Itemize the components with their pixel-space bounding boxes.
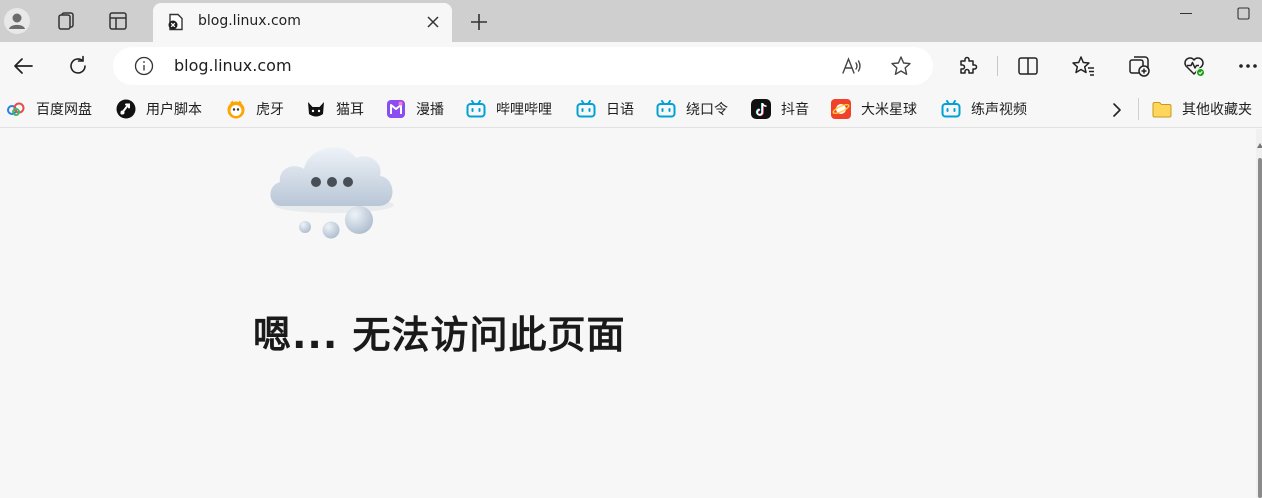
cloud-thinking-icon: [270, 147, 394, 239]
bookmarks-bar: 百度网盘 用户脚本 虎牙 猫耳 漫播 哔哩哔哩 日语 绕口令 抖音 大米星球 练…: [0, 90, 1262, 128]
bookmark-label: 漫播: [416, 102, 444, 118]
favorites-icon: [1072, 56, 1094, 76]
bookmark-label: 虎牙: [256, 102, 284, 118]
active-tab[interactable]: blog.linux.com: [153, 3, 452, 42]
tab-strip: blog.linux.com: [0, 0, 1262, 42]
folder-icon: [1152, 99, 1172, 119]
profile-avatar-icon: [4, 8, 30, 34]
bookmark-douyin[interactable]: 抖音: [751, 99, 809, 119]
scrollbar-thumb[interactable]: [1258, 158, 1262, 498]
browser-essentials-button[interactable]: [1179, 51, 1209, 81]
bookmark-userscript[interactable]: 用户脚本: [116, 99, 202, 119]
more-bookmarks-button[interactable]: [1106, 99, 1128, 121]
minimize-button[interactable]: [1174, 2, 1198, 24]
read-aloud-icon: [842, 57, 861, 74]
extensions-button[interactable]: [953, 51, 983, 81]
scroll-up-arrow-icon[interactable]: [1257, 143, 1262, 148]
minimize-icon: [1180, 13, 1192, 14]
bookmark-other-favorites[interactable]: 其他收藏夹: [1152, 99, 1252, 119]
bookmark-label: 抖音: [781, 102, 809, 118]
douyin-icon: [751, 99, 771, 119]
bookmark-label: 绕口令: [686, 102, 728, 118]
more-dots-icon: [1239, 64, 1257, 68]
url-text[interactable]: blog.linux.com: [174, 56, 292, 75]
huya-icon: [226, 99, 246, 119]
vertical-tabs-button[interactable]: [103, 6, 133, 36]
address-bar[interactable]: blog.linux.com: [113, 47, 933, 85]
back-button[interactable]: [8, 51, 38, 81]
back-arrow-icon: [14, 58, 33, 74]
bookmark-baidu-netdisk[interactable]: 百度网盘: [6, 99, 92, 119]
bookmark-label: 猫耳: [336, 102, 364, 118]
bookmark-label: 百度网盘: [36, 102, 92, 118]
settings-more-button[interactable]: [1233, 51, 1262, 81]
bookmark-japanese[interactable]: 日语: [576, 99, 634, 119]
read-aloud-button[interactable]: [840, 54, 864, 78]
bookmark-bilibili[interactable]: 哔哩哔哩: [466, 99, 552, 119]
collections-button[interactable]: [1124, 51, 1154, 81]
site-info-icon[interactable]: [134, 56, 154, 76]
bookmark-cat-ear[interactable]: 猫耳: [306, 99, 364, 119]
close-icon: [427, 16, 439, 28]
split-screen-button[interactable]: [1013, 51, 1043, 81]
puzzle-icon: [960, 56, 978, 74]
dami-icon: [831, 99, 851, 119]
collections-icon: [1129, 56, 1150, 77]
plus-icon: [471, 14, 487, 30]
bookmark-label: 用户脚本: [146, 102, 202, 118]
bookmark-label: 大米星球: [861, 102, 917, 118]
bookmark-label: 哔哩哔哩: [496, 102, 552, 118]
bookmarks-divider: [1138, 98, 1139, 120]
bilibili-icon: [941, 99, 961, 119]
bookmark-voice-training[interactable]: 练声视频: [941, 99, 1027, 119]
error-heading: 嗯... 无法访问此页面: [253, 313, 626, 357]
navigation-toolbar: blog.linux.com: [0, 42, 1262, 90]
bookmark-label: 日语: [606, 102, 634, 118]
close-tab-button[interactable]: [422, 11, 444, 33]
vertical-tabs-icon: [109, 12, 127, 30]
bookmark-label: 练声视频: [971, 102, 1027, 118]
workspaces-button[interactable]: [51, 6, 81, 36]
cat-ear-icon: [306, 99, 326, 119]
add-favorite-button[interactable]: [889, 54, 913, 78]
baidu-netdisk-icon: [6, 99, 26, 119]
favorites-button[interactable]: [1068, 51, 1098, 81]
manbo-icon: [386, 99, 406, 119]
maximize-icon: [1236, 6, 1250, 20]
tab-title: blog.linux.com: [198, 13, 301, 29]
bookmark-label: 其他收藏夹: [1182, 102, 1252, 118]
star-icon: [891, 56, 911, 75]
chevron-right-icon: [1113, 103, 1121, 117]
page-error-icon: [168, 13, 183, 31]
bilibili-icon: [656, 99, 676, 119]
new-tab-button[interactable]: [466, 9, 492, 35]
refresh-icon: [70, 55, 86, 74]
bookmark-dami-planet[interactable]: 大米星球: [831, 99, 917, 119]
workspaces-icon: [58, 12, 74, 30]
userscript-icon: [116, 99, 136, 119]
maximize-button[interactable]: [1231, 2, 1255, 24]
bilibili-icon: [576, 99, 596, 119]
bookmark-manbo[interactable]: 漫播: [386, 99, 444, 119]
refresh-button[interactable]: [63, 51, 93, 81]
heart-pulse-icon: [1184, 57, 1205, 77]
error-page: [0, 129, 1256, 498]
bookmark-tongue-twister[interactable]: 绕口令: [656, 99, 728, 119]
bookmark-huya[interactable]: 虎牙: [226, 99, 284, 119]
bilibili-icon: [466, 99, 486, 119]
split-screen-icon: [1018, 57, 1038, 75]
profile-button[interactable]: [2, 6, 32, 36]
toolbar-divider: [997, 56, 998, 76]
